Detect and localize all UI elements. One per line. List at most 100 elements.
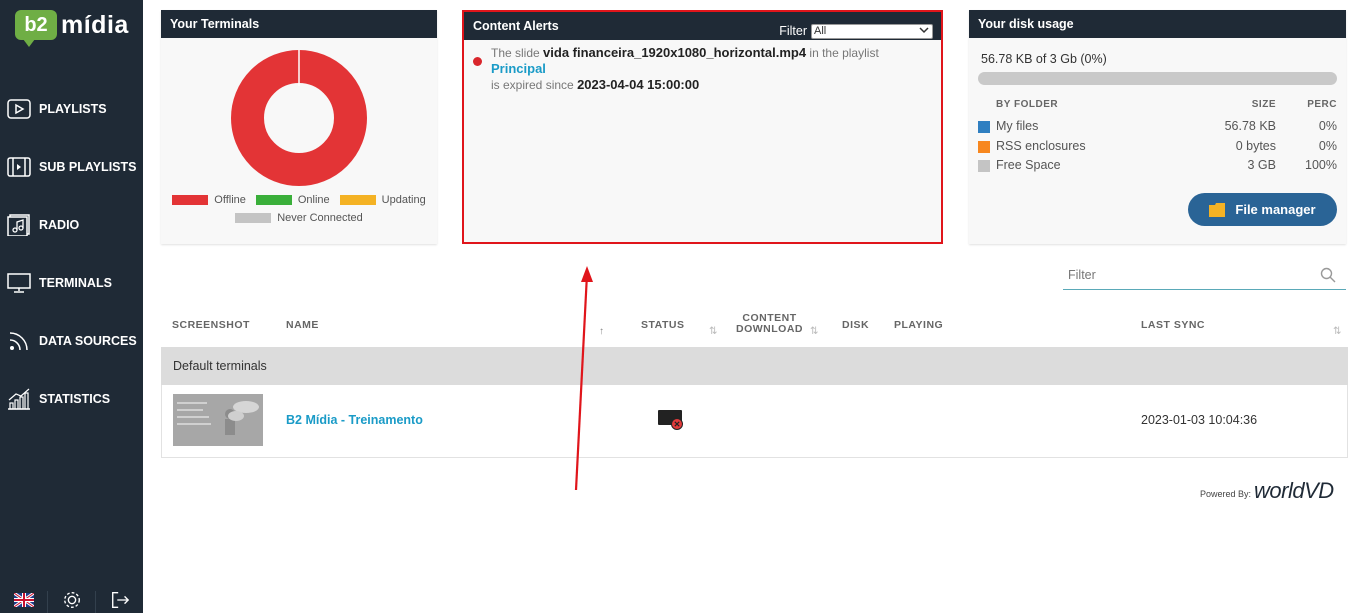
sidebar-item-label: RADIO: [39, 218, 80, 232]
logout-button[interactable]: [95, 591, 143, 613]
sidebar-item-label: TERMINALS: [39, 276, 112, 290]
terminal-screenshot-thumbnail[interactable]: [173, 394, 263, 446]
disk-header-size: SIZE: [1251, 99, 1276, 110]
folder-icon: [1209, 202, 1226, 217]
disk-header-folder: BY FOLDER: [996, 99, 1059, 110]
uk-flag-icon: [12, 591, 35, 612]
music-note-icon: [6, 214, 32, 236]
disk-usage-card: Your disk usage 56.78 KB of 3 Gb (0%) BY…: [969, 10, 1346, 244]
terminal-name-link[interactable]: B2 Mídia - Treinamento: [286, 413, 423, 427]
disk-row-perc: 0%: [1318, 139, 1337, 153]
disk-total: 56.78 KB of 3 Gb (0%): [981, 52, 1107, 66]
legend-label: Online: [297, 194, 330, 206]
sub-playlist-icon: [6, 156, 32, 178]
sidebar-item-terminals[interactable]: TERMINALS: [0, 254, 143, 312]
sidebar-item-label: SUB PLAYLISTS: [39, 160, 137, 174]
search-icon[interactable]: [1320, 267, 1336, 289]
file-manager-button[interactable]: File manager: [1188, 193, 1337, 226]
disk-usage-title: Your disk usage: [969, 10, 1346, 38]
alerts-filter: Filter All: [779, 17, 933, 45]
sort-icon[interactable]: ⇅: [810, 326, 819, 337]
disk-row-name: Free Space: [996, 158, 1061, 172]
disk-row-size: 56.78 KB: [1224, 119, 1276, 133]
alerts-filter-value: All: [814, 24, 827, 37]
legend-label: Updating: [381, 194, 426, 206]
bar-chart-icon: [6, 388, 32, 410]
logo-badge: b2: [15, 10, 57, 47]
disk-row-size: 3 GB: [1247, 158, 1277, 172]
legend-online[interactable]: Online: [255, 194, 330, 206]
alert-prefix: The slide: [491, 46, 540, 60]
alert-slide-name: vida financeira_1920x1080_horizontal.mp4: [543, 45, 807, 60]
group-row-default-terminals[interactable]: Default terminals: [161, 347, 1348, 385]
disk-row-free-space: Free Space 3 GB 100%: [978, 158, 1337, 176]
alert-playlist-link[interactable]: Principal: [491, 61, 546, 76]
legend-offline[interactable]: Offline: [172, 194, 246, 206]
logo-text: mídia: [61, 10, 129, 39]
disk-row-name: My files: [996, 119, 1039, 133]
swatch: [978, 141, 990, 153]
alerts-filter-label: Filter: [779, 24, 807, 38]
sidebar-item-data-sources[interactable]: DATA SOURCES: [0, 312, 143, 370]
terminal-filter-input[interactable]: Filter: [1063, 265, 1346, 290]
content-alerts-card: Content Alerts Filter All The slide vida…: [464, 12, 941, 242]
sidebar-item-label: DATA SOURCES: [39, 334, 137, 348]
terminals-card-title: Your Terminals: [161, 10, 437, 38]
alert-middle: in the playlist: [809, 46, 879, 60]
sort-icon[interactable]: ⇅: [709, 326, 718, 337]
alert-date: 2023-04-04 15:00:00: [577, 77, 700, 92]
sort-icon[interactable]: ⇅: [1333, 326, 1342, 337]
disk-usage-bar: [978, 72, 1337, 85]
legend-label: Offline: [214, 194, 246, 206]
col-playing: PLAYING: [894, 319, 944, 331]
last-sync-value: 2023-01-03 10:04:36: [1141, 413, 1258, 427]
disk-row-size: 0 bytes: [1235, 139, 1276, 153]
sidebar-item-label: STATISTICS: [39, 392, 111, 406]
legend-never-connected[interactable]: Never Connected: [235, 212, 363, 224]
disk-row-name: RSS enclosures: [996, 139, 1086, 153]
terminals-card: Your Terminals Offline Online Updating N…: [161, 10, 437, 244]
logout-icon: [109, 590, 131, 613]
table-row[interactable]: B2 Mídia - Treinamento 2023-01-03 10:04:…: [161, 385, 1348, 458]
swatch: [978, 160, 990, 172]
settings-button[interactable]: [47, 591, 95, 613]
sidebar-item-sub-playlists[interactable]: SUB PLAYLISTS: [0, 138, 143, 196]
gear-icon: [61, 590, 83, 613]
content-alerts-header: Content Alerts Filter All: [464, 12, 941, 40]
alerts-filter-select[interactable]: All: [811, 23, 933, 39]
powered-by-label: Powered By:: [1200, 489, 1252, 499]
col-name[interactable]: NAME: [286, 319, 319, 331]
alert-item: The slide vida financeira_1920x1080_hori…: [473, 45, 933, 93]
disk-header-perc: PERC: [1307, 99, 1337, 110]
sidebar-item-radio[interactable]: RADIO: [0, 196, 143, 254]
disk-row-perc: 100%: [1305, 158, 1337, 172]
powered-by: Powered By: worldVD: [1200, 478, 1334, 504]
alert-suffix: is expired since: [491, 78, 574, 92]
sidebar-item-statistics[interactable]: STATISTICS: [0, 370, 143, 428]
annotation-arrow: [574, 266, 593, 491]
sidebar-item-label: PLAYLISTS: [39, 102, 107, 116]
col-last-sync[interactable]: LAST SYNC: [1141, 319, 1205, 331]
worldvd-logo[interactable]: worldVD: [1254, 478, 1334, 504]
filter-placeholder: Filter: [1068, 268, 1096, 282]
col-content-download[interactable]: CONTENT DOWNLOAD: [736, 313, 803, 335]
file-manager-label: File manager: [1235, 202, 1316, 217]
col-disk: DISK: [842, 319, 870, 331]
disk-row-rss: RSS enclosures 0 bytes 0%: [978, 139, 1337, 157]
language-button[interactable]: [0, 591, 47, 613]
terminals-donut-chart: [231, 50, 367, 191]
rss-icon: [6, 330, 32, 352]
terminals-table-header: SCREENSHOT NAME ↑ STATUS ⇅ CONTENT DOWNL…: [161, 308, 1348, 346]
legend-label: Never Connected: [277, 212, 363, 224]
sidebar-item-playlists[interactable]: PLAYLISTS: [0, 80, 143, 138]
disk-row-perc: 0%: [1318, 119, 1337, 133]
b2-midia-logo[interactable]: b2 mídia: [15, 10, 129, 47]
chevron-down-icon: [919, 25, 929, 39]
col-content-download-line2: DOWNLOAD: [736, 323, 803, 335]
legend-updating[interactable]: Updating: [339, 194, 426, 206]
col-screenshot: SCREENSHOT: [172, 319, 250, 331]
alert-dot-icon: [473, 57, 482, 66]
sidebar: b2 mídia PLAYLISTS SUB PLAYLISTS RADIO T…: [0, 0, 143, 613]
monitor-icon: [6, 272, 32, 294]
col-status[interactable]: STATUS: [641, 319, 684, 331]
